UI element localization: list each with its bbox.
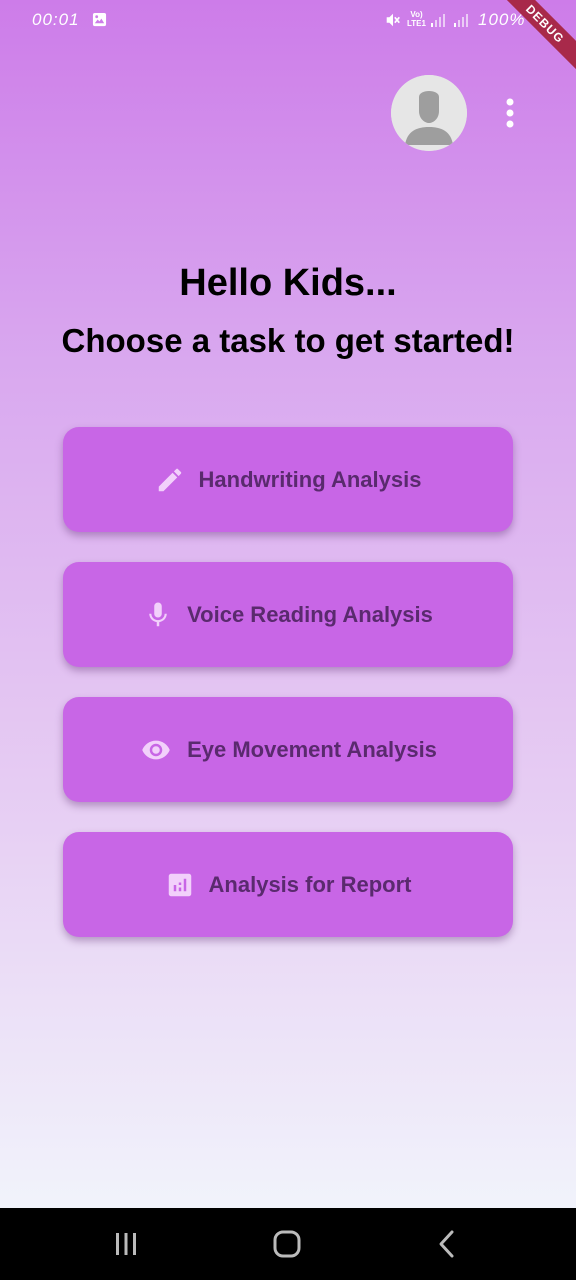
more-vertical-icon[interactable] <box>496 96 524 130</box>
profile-avatar[interactable] <box>391 75 467 151</box>
task-label: Eye Movement Analysis <box>187 736 437 762</box>
gallery-icon <box>92 12 107 27</box>
battery-percent: 100% <box>478 10 526 29</box>
task-label: Handwriting Analysis <box>198 466 422 492</box>
signal-icon <box>431 14 445 27</box>
task-label: Voice Reading Analysis <box>187 601 433 627</box>
person-icon <box>391 75 467 151</box>
status-time: 00:01 <box>32 10 80 29</box>
home-icon[interactable] <box>269 1226 305 1262</box>
status-bar: 00:01 Vo) LTE1 100% <box>0 0 576 40</box>
network-label: Vo) LTE1 <box>407 10 426 28</box>
home-screen: 00:01 Vo) LTE1 100% DEBUG Hello Kids... … <box>0 0 576 1208</box>
navigation-bar <box>0 1208 576 1280</box>
analysis-for-report-button[interactable]: Analysis for Report <box>63 832 513 937</box>
signal-icon <box>454 14 468 27</box>
handwriting-analysis-button[interactable]: Handwriting Analysis <box>63 427 513 532</box>
recent-apps-icon[interactable] <box>108 1226 144 1262</box>
eye-icon <box>139 735 173 765</box>
microphone-icon <box>143 600 173 630</box>
back-icon[interactable] <box>430 1226 466 1262</box>
subtitle: Choose a task to get started! <box>61 322 515 359</box>
task-label: Analysis for Report <box>208 871 412 897</box>
pencil-icon <box>155 465 185 495</box>
bar-chart-icon <box>165 870 195 900</box>
greeting-title: Hello Kids... <box>179 262 397 304</box>
mute-icon <box>386 13 400 27</box>
eye-movement-analysis-button[interactable]: Eye Movement Analysis <box>63 697 513 802</box>
voice-reading-analysis-button[interactable]: Voice Reading Analysis <box>63 562 513 667</box>
